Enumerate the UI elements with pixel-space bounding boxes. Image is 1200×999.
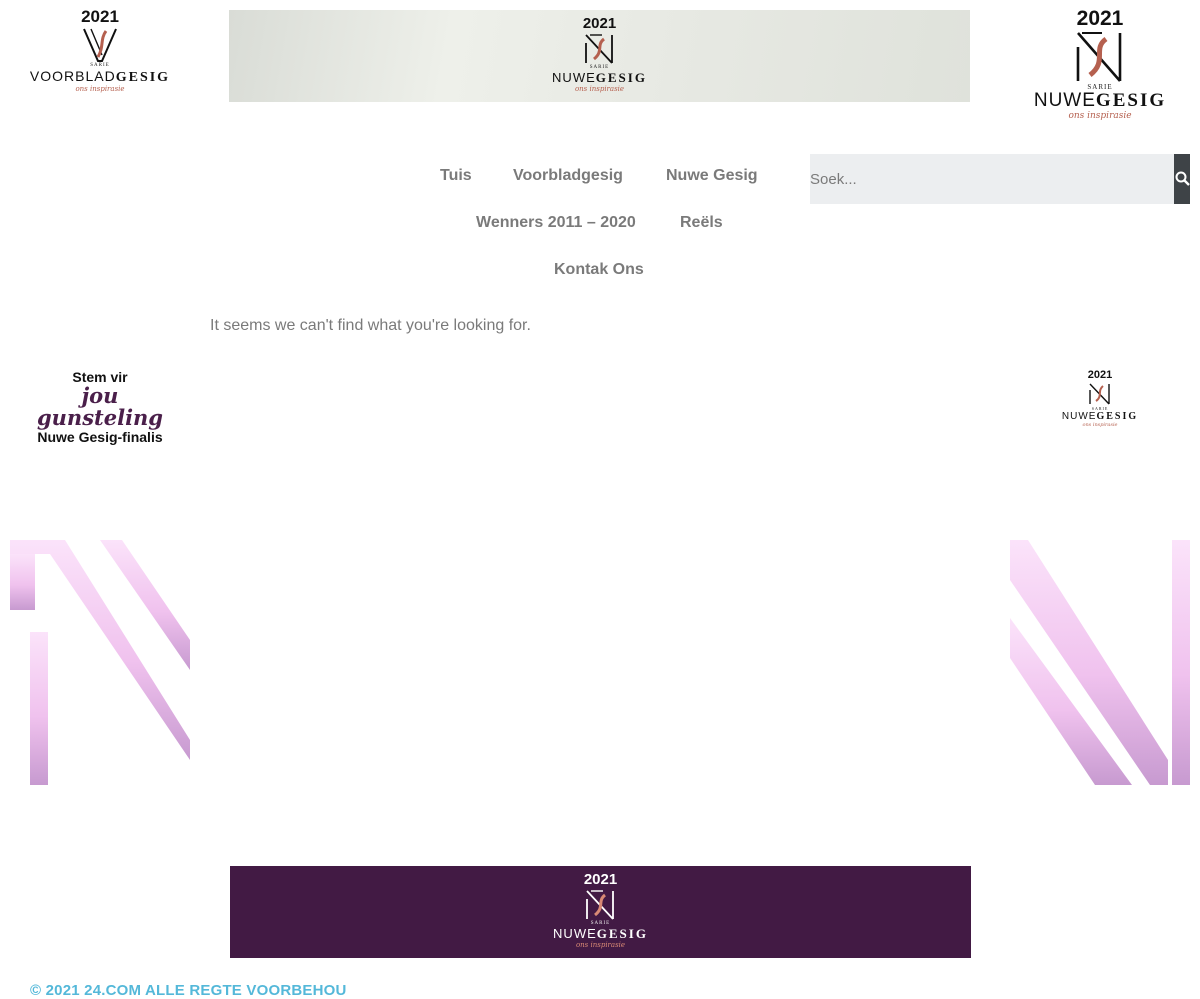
logo-word-bold: GESIG: [115, 70, 171, 85]
logo-word-light: NUWE: [1061, 411, 1097, 422]
logo-wordmark: NUWEGESIG: [1010, 91, 1190, 111]
logo-word-light: VOORBLAD: [29, 68, 116, 84]
logo-word-bold: GESIG: [595, 70, 647, 85]
search-form: [810, 154, 1190, 204]
nav-item-wenners[interactable]: Wenners 2011 – 2020: [476, 214, 636, 232]
voorbladgesig-logo[interactable]: 2021 SARIE VOORBLADGESIG ons inspirasie: [20, 7, 180, 94]
nuwegesig-logo[interactable]: 2021 SARIE NUWEGESIG ons inspirasie: [1010, 7, 1190, 122]
not-found-message: It seems we can't find what you're looki…: [210, 317, 531, 334]
vote-promo-line2: jou gunsteling: [36, 383, 163, 430]
logo-wordmark: NUWEGESIG: [1050, 411, 1150, 422]
logo-tagline: ons inspirasie: [1068, 111, 1132, 121]
logo-wordmark: NUWEGESIG: [230, 927, 971, 941]
logo-word-light: NUWE: [1033, 90, 1096, 111]
ng-monogram-icon: [584, 34, 613, 64]
logo-tagline: ons inspirasie: [75, 85, 125, 93]
vote-promo-line3: Nuwe Gesig-finalis: [37, 429, 163, 445]
logo-year: 2021: [1087, 369, 1113, 381]
pink-n-outline-right: [1010, 540, 1190, 785]
search-icon: [1175, 171, 1190, 186]
nav-item-reels[interactable]: Reëls: [680, 214, 723, 232]
ng-monogram-icon: [585, 890, 614, 920]
logo-wordmark: VOORBLADGESIG: [20, 68, 180, 86]
vote-promo[interactable]: Stem vir jou gunsteling Nuwe Gesig-final…: [22, 369, 178, 445]
logo-wordmark: NUWEGESIG: [229, 71, 970, 85]
logo-word-bold: GESIG: [1095, 90, 1167, 111]
ng-monogram-icon: [1076, 32, 1122, 82]
ng-monogram-icon: [1089, 383, 1110, 405]
nuwegesig-banner-logo: 2021 SARIE NUWEGESIG ons inspirasie: [230, 871, 971, 950]
logo-tagline: ons inspirasie: [1082, 422, 1118, 428]
pink-n-outline-left: [10, 540, 190, 785]
bottom-banner[interactable]: 2021 SARIE NUWEGESIG ons inspirasie: [230, 866, 971, 958]
logo-year: 2021: [582, 15, 617, 32]
nav-item-nuwe-gesig[interactable]: Nuwe Gesig: [666, 167, 758, 185]
nav-item-kontak-ons[interactable]: Kontak Ons: [554, 261, 644, 279]
top-banner[interactable]: 2021 SARIE NUWEGESIG ons inspirasie: [229, 10, 970, 102]
search-button[interactable]: [1174, 154, 1190, 204]
search-input[interactable]: [810, 154, 1174, 204]
logo-tagline: ons inspirasie: [574, 85, 625, 93]
logo-word-bold: GESIG: [1096, 411, 1139, 422]
logo-year: 2021: [1076, 7, 1124, 30]
nav-item-tuis[interactable]: Tuis: [440, 167, 472, 185]
nav-item-voorbladgesig[interactable]: Voorbladgesig: [513, 167, 623, 185]
logo-word-bold: GESIG: [596, 926, 648, 941]
footer-copyright[interactable]: © 2021 24.COM ALLE REGTE VOORBEHOU: [30, 982, 347, 999]
logo-year: 2021: [81, 7, 119, 26]
nuwegesig-side-logo[interactable]: 2021 SARIE NUWEGESIG ons inspirasie: [1050, 369, 1150, 428]
logo-tagline: ons inspirasie: [575, 941, 626, 949]
logo-word-light: NUWE: [553, 926, 597, 941]
nuwegesig-banner-logo: 2021 SARIE NUWEGESIG ons inspirasie: [229, 15, 970, 94]
logo-year: 2021: [583, 871, 618, 888]
vn-monogram-icon: [83, 28, 117, 62]
logo-word-light: NUWE: [552, 70, 596, 85]
